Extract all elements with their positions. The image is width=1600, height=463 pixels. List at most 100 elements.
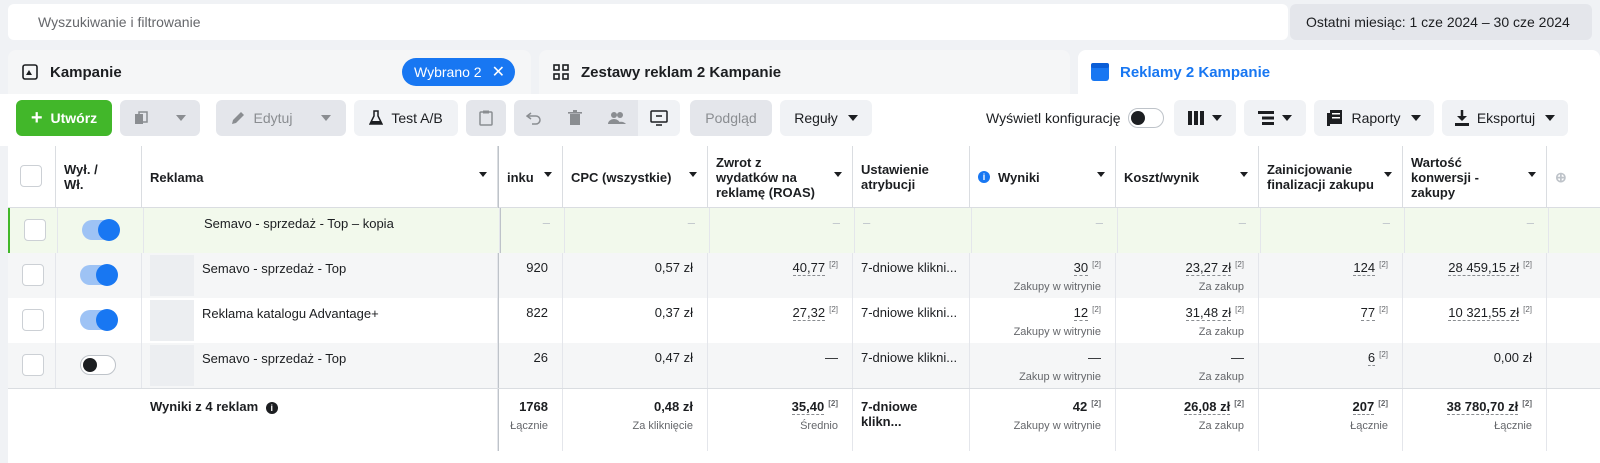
info-icon[interactable]: i: [265, 402, 278, 414]
header-onoff[interactable]: Wył. / Wł.: [56, 146, 142, 208]
add-column-icon[interactable]: ⊕: [1555, 169, 1567, 186]
select-all-checkbox[interactable]: [20, 165, 42, 187]
ad-name[interactable]: Reklama katalogu Advantage+: [202, 306, 379, 321]
cpc-value: 0,57 zł: [563, 253, 708, 298]
sort-arrow-icon[interactable]: [1528, 172, 1536, 177]
clicks-value: 920: [498, 253, 563, 298]
results-value[interactable]: 12: [1073, 305, 1089, 321]
cost-cell: — Za zakup: [1116, 343, 1259, 388]
tab-campaigns[interactable]: Kampanie Wybrano 2 ✕: [8, 50, 531, 94]
header-checkout[interactable]: Zainicjowanie finalizacji zakupu: [1259, 146, 1403, 208]
tab-ads[interactable]: Reklamy 2 Kampanie: [1078, 50, 1600, 94]
roas-value[interactable]: 27,32: [792, 305, 826, 321]
header-roas[interactable]: Zwrot z wydatków na reklamę (ROAS): [708, 146, 853, 208]
header-add-column[interactable]: ⊕: [1547, 146, 1600, 208]
ad-thumbnail[interactable]: [150, 300, 194, 341]
row-toggle[interactable]: [82, 219, 120, 241]
tab-adsets[interactable]: Zestawy reklam 2 Kampanie: [539, 50, 1070, 94]
conv-value[interactable]: 28 459,15 zł: [1448, 260, 1520, 276]
chevron-down-icon: [176, 115, 186, 121]
undo-button[interactable]: [514, 100, 554, 136]
edit-dropdown[interactable]: [306, 100, 346, 136]
table-row[interactable]: Semavo - sprzedaż - Top – kopia – – – – …: [8, 208, 1600, 253]
plus-icon: +: [30, 107, 43, 129]
create-button[interactable]: + Utwórz: [16, 100, 112, 136]
totals-value[interactable]: 38 780,70 zł: [1446, 399, 1519, 415]
row-toggle[interactable]: [80, 264, 118, 286]
row-checkbox[interactable]: [24, 219, 46, 241]
grid-icon: [551, 62, 571, 82]
breakdown-button[interactable]: [1244, 100, 1306, 136]
columns-button[interactable]: [1174, 100, 1236, 136]
results-value[interactable]: 30: [1073, 260, 1089, 276]
toggle-knob: [96, 309, 118, 331]
table-row[interactable]: Semavo - sprzedaż - Top 920 0,57 zł 40,7…: [8, 253, 1600, 298]
footnote: [2]: [829, 260, 838, 269]
sort-arrow-icon[interactable]: [544, 172, 552, 177]
header-cost-per-result[interactable]: Koszt/wynik: [1116, 146, 1259, 208]
ab-test-button[interactable]: Test A/B: [354, 100, 458, 136]
sort-arrow-icon[interactable]: [1097, 172, 1105, 177]
row-toggle[interactable]: [80, 309, 118, 331]
selected-chip[interactable]: Wybrano 2 ✕: [402, 58, 515, 86]
audience-button[interactable]: [596, 100, 638, 136]
search-input[interactable]: Wyszukiwanie i filtrowanie: [8, 4, 1288, 40]
info-icon[interactable]: i: [978, 171, 990, 183]
checkout-value[interactable]: 77: [1360, 305, 1376, 321]
top-bar: Wyszukiwanie i filtrowanie Ostatni miesi…: [0, 0, 1600, 44]
ad-thumbnail[interactable]: [150, 345, 194, 386]
cost-value: –: [1118, 208, 1261, 253]
totals-roas[interactable]: 35,40: [791, 399, 825, 415]
conv-value[interactable]: 10 321,55 zł: [1448, 305, 1520, 321]
sort-arrow-icon[interactable]: [1384, 172, 1392, 177]
duplicate-button[interactable]: [120, 100, 162, 136]
header-conv-value[interactable]: Wartość konwersji - zakupy: [1403, 146, 1547, 208]
header-cpc[interactable]: CPC (wszystkie): [563, 146, 708, 208]
clipboard-button[interactable]: [466, 100, 506, 136]
header-attribution[interactable]: Ustawienie atrybucji: [853, 146, 970, 208]
ad-name[interactable]: Semavo - sprzedaż - Top: [202, 261, 346, 276]
sort-arrow-icon[interactable]: [834, 172, 842, 177]
preview-button[interactable]: Podgląd: [690, 100, 772, 136]
footnote: [2]: [1379, 350, 1388, 359]
reports-button[interactable]: Raporty: [1314, 100, 1434, 136]
date-range-picker[interactable]: Ostatni miesiąc: 1 cze 2024 – 30 cze 202…: [1290, 4, 1592, 40]
close-icon[interactable]: ✕: [492, 62, 505, 82]
sort-arrow-icon[interactable]: [479, 172, 487, 177]
roas-cell: 27,32 [2]: [708, 298, 853, 343]
cost-sub: Za zakup: [1198, 326, 1244, 338]
header-results[interactable]: i Wyniki: [970, 146, 1116, 208]
preview-link-button[interactable]: [638, 100, 680, 136]
sort-arrow-icon[interactable]: [689, 172, 697, 177]
row-checkbox[interactable]: [22, 309, 44, 331]
delete-button[interactable]: [554, 100, 596, 136]
results-cell: 30 [2] Zakupy w witrynie: [970, 253, 1116, 298]
header-ad[interactable]: Reklama: [142, 146, 498, 208]
sort-arrow-icon[interactable]: [1240, 172, 1248, 177]
checkout-value[interactable]: 124: [1353, 260, 1376, 276]
row-toggle[interactable]: [80, 355, 116, 375]
totals-results: 42: [1072, 399, 1088, 414]
table-row[interactable]: Reklama katalogu Advantage+ 822 0,37 zł …: [8, 298, 1600, 343]
cost-value[interactable]: 23,27 zł: [1185, 260, 1232, 276]
duplicate-dropdown[interactable]: [162, 100, 200, 136]
totals-cpc-cell: 0,48 zł Za kliknięcie: [563, 389, 708, 451]
cpc-value: –: [565, 208, 710, 253]
edit-button[interactable]: Edytuj: [216, 100, 306, 136]
roas-value[interactable]: 40,77: [792, 260, 826, 276]
ad-name[interactable]: Semavo - sprzedaż - Top – kopia: [204, 216, 394, 231]
header-clicks[interactable]: inku: [498, 146, 563, 208]
checkout-value[interactable]: 6: [1367, 350, 1376, 366]
table-row[interactable]: Semavo - sprzedaż - Top 26 0,47 zł — 7-d…: [8, 343, 1600, 388]
rules-button[interactable]: Reguły: [780, 100, 872, 136]
row-checkbox[interactable]: [22, 354, 44, 376]
totals-checkout[interactable]: 207: [1352, 399, 1375, 415]
export-button[interactable]: Eksportuj: [1442, 100, 1568, 136]
ad-name[interactable]: Semavo - sprzedaż - Top: [202, 351, 346, 366]
columns-icon: [1188, 111, 1204, 125]
ad-thumbnail[interactable]: [150, 255, 194, 296]
totals-cost[interactable]: 26,08 zł: [1183, 399, 1231, 415]
show-config-toggle[interactable]: [1128, 108, 1164, 128]
row-checkbox[interactable]: [22, 264, 44, 286]
cost-value[interactable]: 31,48 zł: [1185, 305, 1232, 321]
